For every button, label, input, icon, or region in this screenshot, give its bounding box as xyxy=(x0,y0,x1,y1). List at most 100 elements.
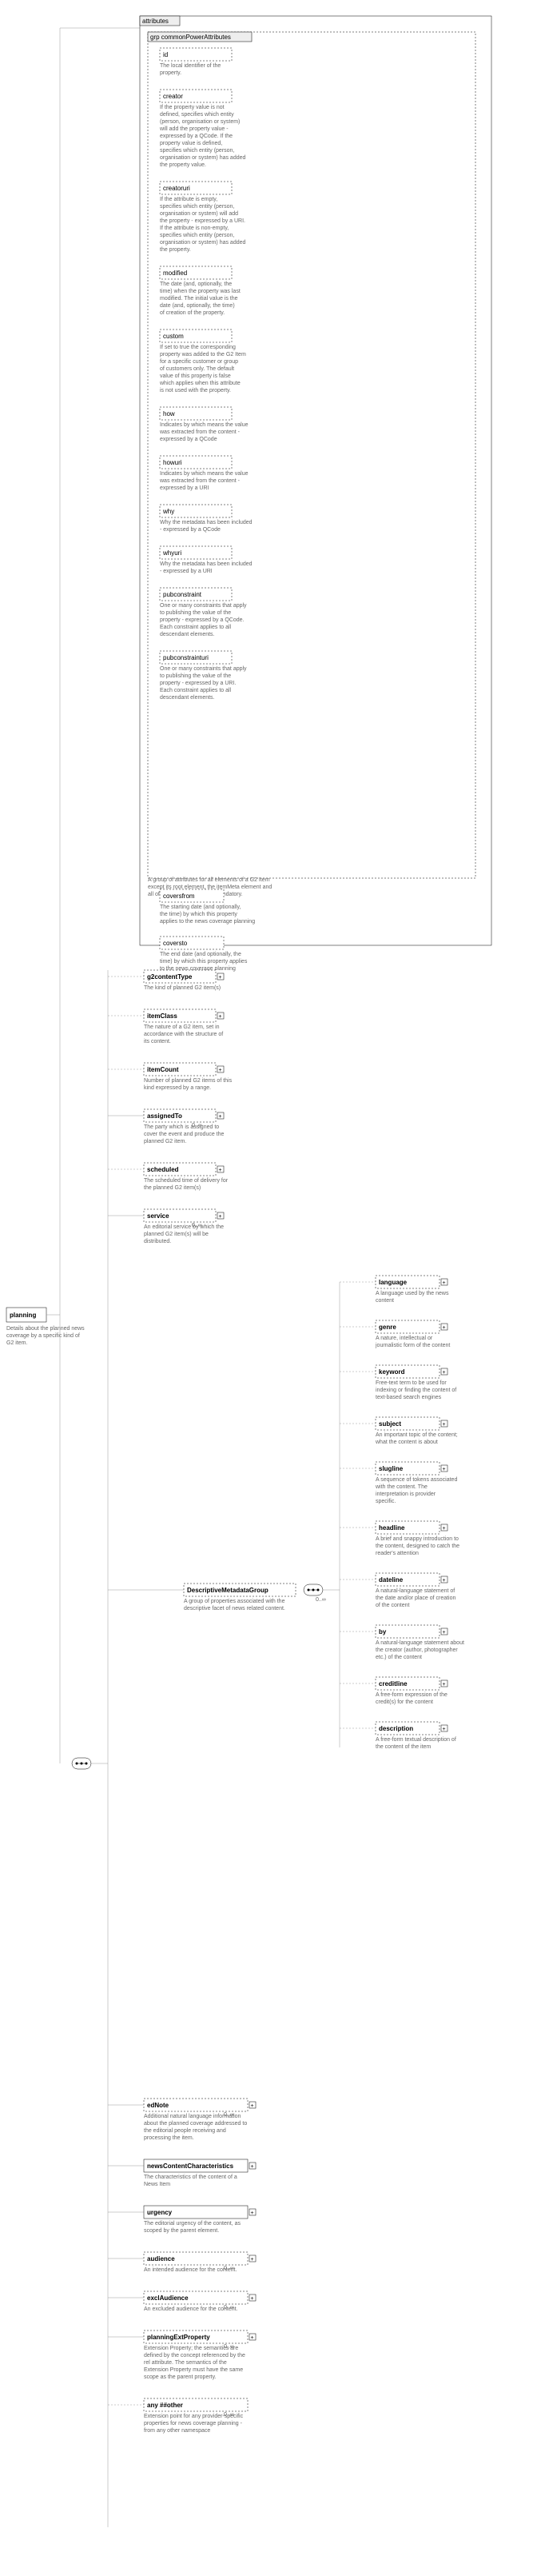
svg-text:Extension Property must have t: Extension Property must have the same xyxy=(144,2367,243,2373)
svg-text:Each constraint applies to all: Each constraint applies to all xyxy=(160,625,232,630)
sequence-icon xyxy=(72,1758,91,1769)
svg-text:property - expressed by a URI.: property - expressed by a URI. xyxy=(160,681,236,686)
svg-text:Why the metadata has been incl: Why the metadata has been included xyxy=(160,561,253,567)
sequence-icon xyxy=(304,1584,323,1596)
svg-text:scheduled: scheduled xyxy=(147,1166,179,1173)
svg-text:whyuri: whyuri xyxy=(162,549,181,557)
svg-text:defined by the concept referen: defined by the concept referenced by the xyxy=(144,2353,245,2358)
svg-text:of the content: of the content xyxy=(376,1603,409,1608)
svg-text:the content, designed to catch: the content, designed to catch the xyxy=(376,1544,459,1549)
svg-text:A group of properties associat: A group of properties associated with th… xyxy=(184,1599,285,1604)
expand-icon[interactable]: + xyxy=(441,1680,447,1687)
expand-icon[interactable]: + xyxy=(217,1066,224,1073)
svg-text:0..∞: 0..∞ xyxy=(224,2266,234,2271)
svg-text:expressed by a QCode. If the: expressed by a QCode. If the xyxy=(160,134,233,139)
expand-icon[interactable]: + xyxy=(249,2334,256,2341)
expand-icon[interactable]: + xyxy=(249,2163,256,2170)
svg-text:to publishing the value of the: to publishing the value of the xyxy=(160,673,231,679)
svg-text:value of this property is fals: value of this property is false xyxy=(160,373,231,379)
svg-text:+: + xyxy=(251,2164,254,2170)
svg-text:+: + xyxy=(443,1682,446,1687)
expand-icon[interactable]: + xyxy=(441,1725,447,1732)
svg-text:interpretation is provider: interpretation is provider xyxy=(376,1492,436,1497)
svg-text:property.: property. xyxy=(160,70,181,76)
svg-text:expressed by a URI: expressed by a URI xyxy=(160,485,209,491)
svg-text:time) when the property was la: time) when the property was last xyxy=(160,289,241,294)
svg-text:the property.: the property. xyxy=(160,247,191,253)
svg-text:scoped by the parent element.: scoped by the parent element. xyxy=(144,2228,219,2234)
svg-text:the creator (author, photograp: the creator (author, photographer xyxy=(376,1647,458,1653)
svg-text:keyword: keyword xyxy=(379,1368,405,1376)
svg-text:specifies which entity (person: specifies which entity (person, xyxy=(160,233,234,238)
expand-icon[interactable]: + xyxy=(217,1112,224,1120)
svg-text:specifies which entity (person: specifies which entity (person, xyxy=(160,204,234,210)
svg-text:Indicates by which means the v: Indicates by which means the value xyxy=(160,422,249,428)
expand-icon[interactable]: + xyxy=(441,1420,447,1428)
svg-text:descendant elements.: descendant elements. xyxy=(160,695,215,701)
svg-text:planned G2 item(s) will be: planned G2 item(s) will be xyxy=(144,1232,209,1237)
svg-text:The date (and, optionally, the: The date (and, optionally, the xyxy=(160,282,232,287)
svg-text:journalistic form of the conte: journalistic form of the content xyxy=(375,1343,450,1348)
expand-icon[interactable]: + xyxy=(217,1166,224,1173)
expand-icon[interactable]: + xyxy=(441,1324,447,1331)
expand-icon[interactable]: + xyxy=(441,1465,447,1472)
svg-text:credit(s) for the content: credit(s) for the content xyxy=(376,1699,433,1705)
svg-text:scope as the parent property.: scope as the parent property. xyxy=(144,2374,217,2380)
svg-text:with the content. The: with the content. The xyxy=(375,1484,428,1490)
svg-text:+: + xyxy=(443,1630,446,1635)
svg-text:the property - expressed by a: the property - expressed by a URI. xyxy=(160,218,245,224)
svg-text:modified: modified xyxy=(163,270,187,277)
svg-text:about the planned coverage add: about the planned coverage addressed to xyxy=(144,2121,247,2127)
svg-text:description: description xyxy=(379,1725,413,1732)
svg-text:A natural-language statement o: A natural-language statement of xyxy=(376,1588,455,1594)
expand-icon[interactable]: + xyxy=(441,1279,447,1286)
svg-text:date (and, optionally, the tim: date (and, optionally, the time) xyxy=(160,303,235,309)
svg-text:dateline: dateline xyxy=(379,1576,404,1584)
svg-text:service: service xyxy=(147,1212,169,1220)
expand-icon[interactable]: + xyxy=(217,1012,224,1020)
svg-text:the content of the item: the content of the item xyxy=(376,1744,431,1750)
svg-text:the date and/or place of creat: the date and/or place of creation xyxy=(376,1596,456,1601)
svg-text:0..∞: 0..∞ xyxy=(224,2112,234,2118)
svg-text:Why the metadata has been incl: Why the metadata has been included xyxy=(160,520,253,525)
svg-text:0..∞: 0..∞ xyxy=(192,1223,202,1228)
svg-text:urgency: urgency xyxy=(147,2209,173,2216)
svg-text:will add the property value -: will add the property value - xyxy=(159,126,229,132)
svg-text:properties for news coverage p: properties for news coverage planning - xyxy=(144,2421,243,2426)
expand-icon[interactable]: + xyxy=(249,2209,256,2216)
svg-text:+: + xyxy=(251,2335,254,2341)
svg-text:One or many constraints that a: One or many constraints that apply xyxy=(160,603,247,609)
expand-icon[interactable]: + xyxy=(441,1368,447,1376)
svg-text:specifies which entity (person: specifies which entity (person, xyxy=(160,148,234,154)
svg-text:the editorial people receiving: the editorial people receiving and xyxy=(144,2128,226,2134)
svg-text:+: + xyxy=(219,1068,222,1073)
svg-text:0..∞: 0..∞ xyxy=(192,1123,202,1128)
expand-icon[interactable]: + xyxy=(217,973,224,980)
svg-text:A nature, intellectual or: A nature, intellectual or xyxy=(376,1336,433,1341)
svg-text:property - expressed by a QCod: property - expressed by a QCode. xyxy=(160,617,244,623)
expand-icon[interactable]: + xyxy=(441,1524,447,1532)
svg-text:coversto: coversto xyxy=(163,940,188,947)
svg-text:+: + xyxy=(443,1578,446,1584)
svg-text:planning: planning xyxy=(10,1312,36,1319)
expand-icon[interactable]: + xyxy=(441,1576,447,1584)
svg-text:The characteristics of the con: The characteristics of the content of a xyxy=(144,2175,237,2180)
svg-text:modified. The initial value is: modified. The initial value is the xyxy=(160,296,238,302)
svg-text:A free-form expression of the: A free-form expression of the xyxy=(376,1692,447,1698)
expand-icon[interactable]: + xyxy=(249,2255,256,2262)
svg-text:for a specific customer or gro: for a specific customer or group xyxy=(160,359,238,365)
expand-icon[interactable]: + xyxy=(249,2294,256,2302)
svg-text:attributes: attributes xyxy=(142,18,169,25)
svg-text:indexing or finding the conten: indexing or finding the content of xyxy=(376,1388,456,1393)
svg-text:is not used with the property.: is not used with the property. xyxy=(160,388,231,393)
svg-text:was extracted from the content: was extracted from the content - xyxy=(159,478,241,484)
svg-text:itemClass: itemClass xyxy=(147,1012,177,1020)
expand-icon[interactable]: + xyxy=(441,1628,447,1635)
svg-text:defined, specifies which entit: defined, specifies which entity xyxy=(160,112,234,118)
expand-icon[interactable]: + xyxy=(217,1212,224,1220)
svg-text:An important topic of the cont: An important topic of the content; xyxy=(376,1432,458,1438)
svg-text:creatoruri: creatoruri xyxy=(163,185,190,192)
svg-text:A sequence of tokens associate: A sequence of tokens associated xyxy=(376,1477,457,1483)
expand-icon[interactable]: + xyxy=(249,2102,256,2109)
svg-text:language: language xyxy=(379,1279,408,1286)
